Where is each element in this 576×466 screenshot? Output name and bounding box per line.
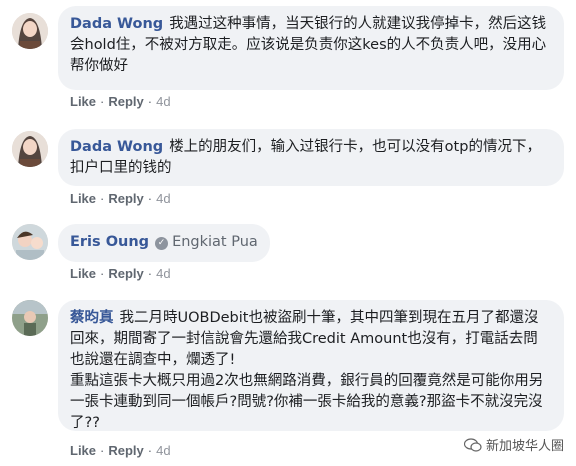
separator: · [100,266,105,281]
timestamp[interactable]: 4d [156,266,170,281]
avatar[interactable] [12,13,48,49]
like-link[interactable]: Like [70,94,96,109]
comment-actions: Like · Reply · 4d [70,191,171,206]
comment-bubble: Eris Oung ✓ Engkiat Pua [58,224,270,262]
separator: · [147,191,153,206]
separator: · [100,191,105,206]
comment-text-continued: 重點這張卡大概只用過2次也無網路消費，銀行員的回覆竟然是可能你用另一張卡連動到同… [70,373,544,431]
tagged-user[interactable]: Engkiat Pua [172,234,258,250]
avatar[interactable] [12,131,48,167]
wechat-icon [463,438,482,452]
separator: · [100,94,105,109]
timestamp[interactable]: 4d [156,443,170,458]
separator: · [147,266,153,281]
timestamp[interactable]: 4d [156,94,170,109]
avatar-image [12,300,48,336]
separator: · [147,94,153,109]
check-icon: ✓ [155,237,169,250]
comment-actions: Like · Reply · 4d [70,443,171,458]
reply-link[interactable]: Reply [108,443,143,458]
reply-link[interactable]: Reply [108,94,143,109]
separator: · [100,443,105,458]
avatar[interactable] [12,300,48,336]
like-link[interactable]: Like [70,266,96,281]
comment-bubble: 蔡昀真 我二月時UOBDebit也被盜刷十筆，其中四筆到現在五月了都還沒回來，期間… [58,300,564,431]
separator: · [147,443,153,458]
comment-bubble: Dada Wong 楼上的朋友们，输入过银行卡，也可以没有otp的情况下，扣户口里… [58,129,564,186]
like-link[interactable]: Like [70,443,96,458]
reply-link[interactable]: Reply [108,191,143,206]
watermark-text: 新加坡华人圈 [485,438,564,453]
avatar-image [12,131,48,167]
comment-author[interactable]: 蔡昀真 [70,310,114,326]
comment-text: 我二月時UOBDebit也被盜刷十筆，其中四筆到現在五月了都還沒回來，期間寄了一… [70,310,539,368]
comment-actions: Like · Reply · 4d [70,94,171,109]
comment-author[interactable]: Dada Wong [70,16,163,32]
comment-author[interactable]: Eris Oung [70,234,149,250]
reply-link[interactable]: Reply [108,266,143,281]
comment-bubble: Dada Wong 我遇过这种事情，当天银行的人就建议我停掉卡，然后这钱会hold… [58,6,564,90]
avatar-image [12,13,48,49]
avatar-image [12,224,48,260]
comment-actions: Like · Reply · 4d [70,266,171,281]
timestamp[interactable]: 4d [156,191,170,206]
watermark: 新加坡华人圈 [463,435,564,454]
comment-author[interactable]: Dada Wong [70,139,163,155]
avatar[interactable] [12,224,48,260]
like-link[interactable]: Like [70,191,96,206]
